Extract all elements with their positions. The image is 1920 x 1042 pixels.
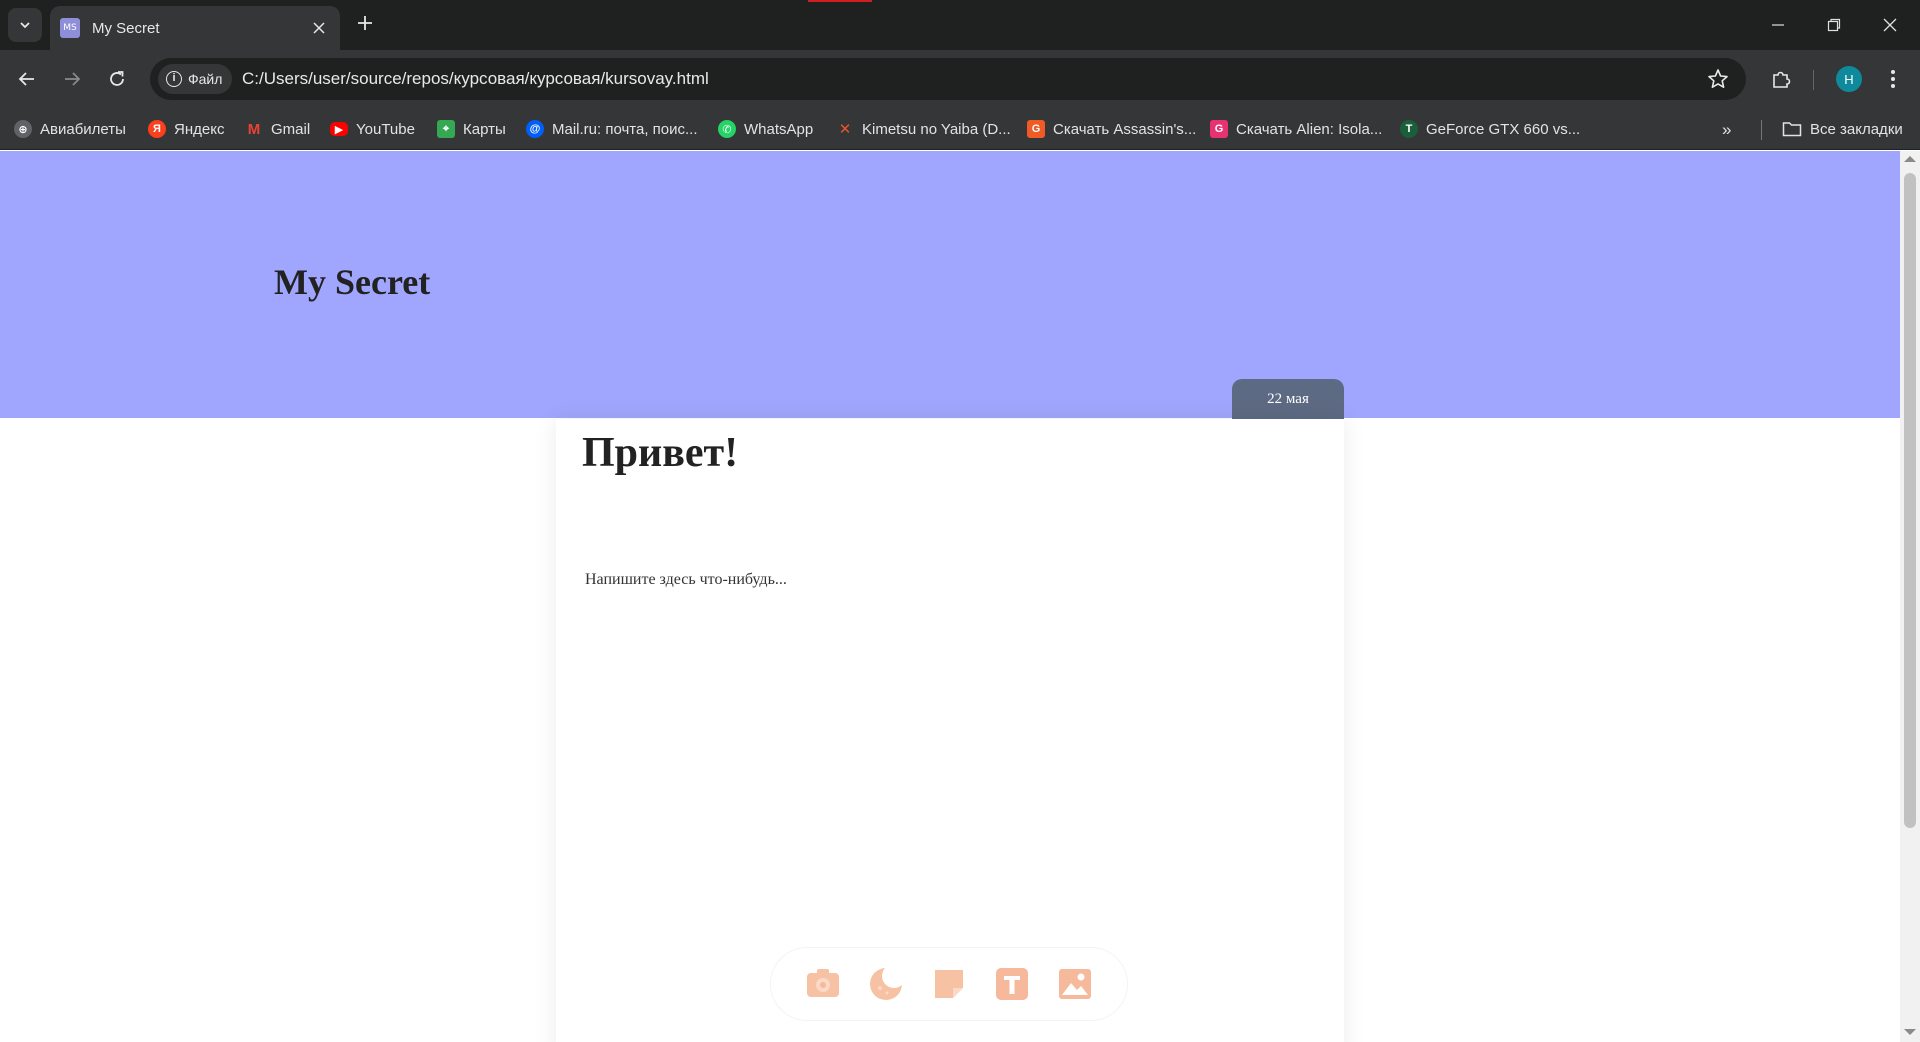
diary-page: Привет! Напишите здесь что-нибудь... bbox=[556, 419, 1344, 1042]
folder-icon bbox=[1782, 122, 1802, 137]
bookmark-label: Карты bbox=[463, 120, 506, 138]
extensions-button[interactable] bbox=[1766, 64, 1796, 94]
all-bookmarks-button[interactable]: Все закладки bbox=[1782, 116, 1903, 142]
reload-icon bbox=[110, 71, 124, 86]
site-info-chip[interactable]: i Файл bbox=[158, 64, 233, 94]
whatsapp-icon: ✆ bbox=[718, 120, 736, 138]
more-vertical-icon bbox=[1891, 70, 1895, 88]
image-icon bbox=[1059, 969, 1092, 999]
all-bookmarks-label: Все закладки bbox=[1810, 120, 1903, 138]
tab-search-button[interactable] bbox=[8, 8, 42, 42]
restore-button[interactable] bbox=[1814, 10, 1854, 40]
camera-settings-icon bbox=[806, 969, 839, 997]
page-header: My Secret bbox=[0, 151, 1900, 418]
bookmark-item[interactable]: ⊕ Авиабилеты bbox=[14, 116, 126, 142]
maps-icon: ⌖ bbox=[437, 120, 455, 138]
browser-toolbar: i Файл C:/Users/user/source/repos/курсов… bbox=[0, 50, 1920, 108]
bookmark-label: YouTube bbox=[356, 120, 415, 138]
browser-menu-button[interactable] bbox=[1878, 64, 1908, 94]
reload-button[interactable] bbox=[102, 64, 132, 94]
game-icon: G bbox=[1210, 120, 1228, 138]
toolbar-divider bbox=[1813, 70, 1814, 90]
recording-indicator bbox=[808, 0, 872, 2]
tab-title: My Secret bbox=[92, 19, 160, 37]
bookmark-label: WhatsApp bbox=[744, 120, 814, 138]
url-text[interactable]: C:/Users/user/source/repos/курсовая/курс… bbox=[242, 69, 709, 89]
bookmarks-divider bbox=[1761, 120, 1762, 140]
bookmark-label: Скачать Assassin's... bbox=[1053, 120, 1197, 138]
globe-icon: ⊕ bbox=[14, 120, 32, 138]
arrow-right-icon bbox=[65, 72, 81, 86]
address-bar[interactable]: i Файл C:/Users/user/source/repos/курсов… bbox=[150, 58, 1746, 100]
profile-avatar[interactable]: H bbox=[1836, 66, 1862, 92]
bookmark-item[interactable]: ✆ WhatsApp bbox=[718, 116, 813, 142]
browser-tab-strip: MS My Secret bbox=[0, 0, 1920, 50]
bookmark-item[interactable]: T GeForce GTX 660 vs... bbox=[1400, 116, 1580, 142]
page-viewport: My Secret 22 мая Привет! Напишите здесь … bbox=[0, 151, 1900, 1042]
bookmark-item[interactable]: G Скачать Alien: Isola... bbox=[1210, 116, 1382, 142]
tab-close-button[interactable] bbox=[308, 18, 330, 39]
site-title: My Secret bbox=[274, 262, 431, 302]
camera-settings-button[interactable] bbox=[805, 966, 841, 1002]
mailru-icon: @ bbox=[526, 120, 544, 138]
new-tab-button[interactable] bbox=[352, 12, 378, 38]
bookmark-item[interactable]: ▶ YouTube bbox=[330, 116, 415, 142]
minimize-button[interactable] bbox=[1758, 10, 1798, 40]
bookmark-label: Скачать Alien: Isola... bbox=[1236, 120, 1383, 138]
bookmark-label: GeForce GTX 660 vs... bbox=[1426, 120, 1581, 138]
arrow-left-icon bbox=[18, 72, 34, 86]
bookmark-item[interactable]: ✕ Kimetsu no Yaiba (D... bbox=[836, 116, 1011, 142]
sticky-note-icon bbox=[934, 970, 963, 998]
forward-button[interactable] bbox=[57, 64, 87, 94]
youtube-icon: ▶ bbox=[330, 122, 348, 136]
sticky-note-button[interactable] bbox=[931, 966, 967, 1002]
yandex-icon: Я bbox=[148, 120, 166, 138]
close-icon bbox=[313, 21, 325, 34]
image-button[interactable] bbox=[1057, 966, 1093, 1002]
active-tab[interactable]: MS My Secret bbox=[50, 6, 340, 50]
bookmark-label: Mail.ru: почта, поис... bbox=[552, 120, 698, 138]
post-text-area[interactable]: Напишите здесь что-нибудь... bbox=[585, 571, 787, 589]
scroll-thumb[interactable] bbox=[1904, 173, 1916, 828]
info-icon: i bbox=[166, 71, 182, 87]
bookmark-label: Gmail bbox=[271, 120, 311, 138]
date-tab: 22 мая bbox=[1232, 379, 1344, 419]
tab-favicon: MS bbox=[60, 18, 80, 38]
text-button[interactable] bbox=[994, 966, 1030, 1002]
bookmark-label: Авиабилеты bbox=[40, 120, 126, 138]
kimetsu-icon: ✕ bbox=[838, 121, 852, 138]
bookmark-label: Яндекс bbox=[174, 120, 225, 138]
game-icon: G bbox=[1027, 120, 1045, 138]
bookmark-item[interactable]: M Gmail bbox=[245, 116, 310, 142]
puzzle-icon bbox=[1773, 71, 1791, 88]
scroll-up-arrow[interactable] bbox=[1904, 156, 1916, 162]
text-icon bbox=[996, 968, 1029, 1000]
moon-icon bbox=[869, 966, 904, 1000]
chevron-down-icon bbox=[20, 22, 30, 29]
moon-button[interactable] bbox=[868, 966, 904, 1002]
techpowerup-icon: T bbox=[1400, 120, 1418, 138]
bookmark-item[interactable]: G Скачать Assassin's... bbox=[1027, 116, 1196, 142]
scroll-down-arrow[interactable] bbox=[1904, 1029, 1916, 1035]
bookmark-item[interactable]: Я Яндекс bbox=[148, 116, 224, 142]
bookmark-star-icon[interactable] bbox=[1706, 67, 1730, 91]
close-icon bbox=[1883, 18, 1897, 32]
bookmark-label: Kimetsu no Yaiba (D... bbox=[862, 120, 1011, 138]
site-chip-label: Файл bbox=[188, 71, 223, 87]
post-heading[interactable]: Привет! bbox=[582, 429, 738, 477]
gmail-icon: M bbox=[247, 120, 261, 138]
bookmark-item[interactable]: @ Mail.ru: почта, поис... bbox=[526, 116, 698, 142]
bookmark-item[interactable]: ⌖ Карты bbox=[437, 116, 506, 142]
plus-icon bbox=[358, 16, 372, 30]
minimize-icon bbox=[1772, 24, 1784, 26]
more-bookmarks-button[interactable]: » bbox=[1722, 120, 1731, 140]
page-scrollbar[interactable] bbox=[1900, 151, 1920, 1042]
bookmarks-bar: ⊕ Авиабилеты Я Яндекс M Gmail ▶ YouTube … bbox=[0, 108, 1920, 150]
tool-panel bbox=[770, 947, 1128, 1021]
restore-icon bbox=[1827, 18, 1841, 32]
back-button[interactable] bbox=[12, 64, 42, 94]
close-window-button[interactable] bbox=[1870, 10, 1910, 40]
